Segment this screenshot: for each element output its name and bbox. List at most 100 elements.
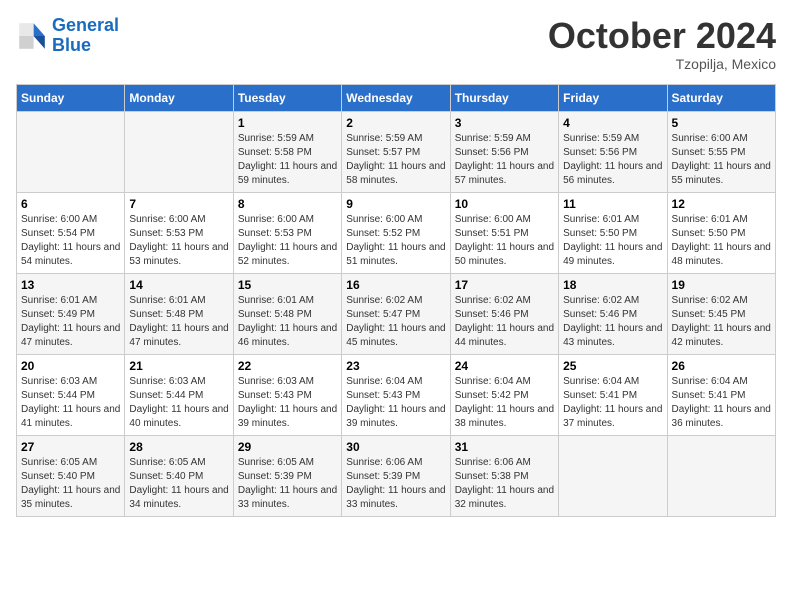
day-info: Sunrise: 6:04 AMSunset: 5:41 PMDaylight:…	[672, 375, 771, 431]
day-number: 30	[346, 440, 445, 454]
week-row: 6Sunrise: 6:00 AMSunset: 5:54 PMDaylight…	[17, 192, 776, 273]
calendar-cell: 6Sunrise: 6:00 AMSunset: 5:54 PMDaylight…	[17, 192, 125, 273]
day-number: 5	[672, 116, 771, 130]
logo-line1: General	[52, 15, 119, 35]
weekday-header: Saturday	[667, 84, 775, 111]
calendar-cell: 18Sunrise: 6:02 AMSunset: 5:46 PMDayligh…	[559, 273, 667, 354]
day-number: 9	[346, 197, 445, 211]
day-info: Sunrise: 6:05 AMSunset: 5:40 PMDaylight:…	[21, 456, 120, 512]
calendar-cell: 12Sunrise: 6:01 AMSunset: 5:50 PMDayligh…	[667, 192, 775, 273]
day-info: Sunrise: 6:00 AMSunset: 5:55 PMDaylight:…	[672, 132, 771, 188]
day-info: Sunrise: 6:00 AMSunset: 5:53 PMDaylight:…	[129, 213, 228, 269]
day-number: 1	[238, 116, 337, 130]
week-row: 1 Sunrise: 5:59 AMSunset: 5:58 PMDaylight…	[17, 111, 776, 192]
day-info: Sunrise: 6:00 AMSunset: 5:52 PMDaylight:…	[346, 213, 445, 269]
weekday-row: SundayMondayTuesdayWednesdayThursdayFrid…	[17, 84, 776, 111]
day-info: Sunrise: 6:02 AMSunset: 5:46 PMDaylight:…	[455, 294, 554, 350]
calendar-cell: 29 Sunrise: 6:05 AMSunset: 5:39 PMDayligh…	[233, 435, 341, 516]
calendar-cell: 31Sunrise: 6:06 AMSunset: 5:38 PMDayligh…	[450, 435, 558, 516]
day-number: 17	[455, 278, 554, 292]
weekday-header: Tuesday	[233, 84, 341, 111]
day-info: Sunrise: 6:04 AMSunset: 5:43 PMDaylight:…	[346, 375, 445, 431]
page-header: General Blue October 2024 Tzopilja, Mexi…	[16, 16, 776, 72]
day-number: 3	[455, 116, 554, 130]
weekday-header: Thursday	[450, 84, 558, 111]
day-number: 25	[563, 359, 662, 373]
calendar-body: 1 Sunrise: 5:59 AMSunset: 5:58 PMDaylight…	[17, 111, 776, 516]
day-number: 29	[238, 440, 337, 454]
calendar-cell: 20 Sunrise: 6:03 AMSunset: 5:44 PMDayligh…	[17, 354, 125, 435]
day-number: 11	[563, 197, 662, 211]
calendar-cell: 11 Sunrise: 6:01 AMSunset: 5:50 PMDayligh…	[559, 192, 667, 273]
calendar-cell: 25 Sunrise: 6:04 AMSunset: 5:41 PMDayligh…	[559, 354, 667, 435]
calendar-cell: 19Sunrise: 6:02 AMSunset: 5:45 PMDayligh…	[667, 273, 775, 354]
calendar-table: SundayMondayTuesdayWednesdayThursdayFrid…	[16, 84, 776, 517]
day-number: 22	[238, 359, 337, 373]
day-info: Sunrise: 6:03 AMSunset: 5:43 PMDaylight:…	[238, 375, 337, 431]
calendar-cell	[559, 435, 667, 516]
day-info: Sunrise: 6:06 AMSunset: 5:39 PMDaylight:…	[346, 456, 445, 512]
day-number: 10	[455, 197, 554, 211]
day-info: Sunrise: 5:59 AMSunset: 5:58 PMDaylight:…	[238, 132, 337, 188]
calendar-cell: 10 Sunrise: 6:00 AMSunset: 5:51 PMDayligh…	[450, 192, 558, 273]
week-row: 13 Sunrise: 6:01 AMSunset: 5:49 PMDayligh…	[17, 273, 776, 354]
day-info: Sunrise: 6:02 AMSunset: 5:46 PMDaylight:…	[563, 294, 662, 350]
calendar-cell: 21Sunrise: 6:03 AMSunset: 5:44 PMDayligh…	[125, 354, 233, 435]
week-row: 20 Sunrise: 6:03 AMSunset: 5:44 PMDayligh…	[17, 354, 776, 435]
calendar-cell: 28 Sunrise: 6:05 AMSunset: 5:40 PMDayligh…	[125, 435, 233, 516]
day-number: 14	[129, 278, 228, 292]
day-number: 16	[346, 278, 445, 292]
day-number: 8	[238, 197, 337, 211]
day-info: Sunrise: 6:01 AMSunset: 5:50 PMDaylight:…	[672, 213, 771, 269]
weekday-header: Wednesday	[342, 84, 450, 111]
day-number: 4	[563, 116, 662, 130]
calendar-cell: 7 Sunrise: 6:00 AMSunset: 5:53 PMDaylight…	[125, 192, 233, 273]
day-info: Sunrise: 6:04 AMSunset: 5:41 PMDaylight:…	[563, 375, 662, 431]
calendar-cell	[125, 111, 233, 192]
calendar-cell: 13 Sunrise: 6:01 AMSunset: 5:49 PMDayligh…	[17, 273, 125, 354]
day-info: Sunrise: 6:05 AMSunset: 5:40 PMDaylight:…	[129, 456, 228, 512]
day-number: 15	[238, 278, 337, 292]
logo-line2: Blue	[52, 35, 91, 55]
calendar-cell: 5 Sunrise: 6:00 AMSunset: 5:55 PMDaylight…	[667, 111, 775, 192]
day-info: Sunrise: 6:02 AMSunset: 5:47 PMDaylight:…	[346, 294, 445, 350]
day-info: Sunrise: 6:00 AMSunset: 5:51 PMDaylight:…	[455, 213, 554, 269]
calendar-cell: 1 Sunrise: 5:59 AMSunset: 5:58 PMDaylight…	[233, 111, 341, 192]
day-info: Sunrise: 6:01 AMSunset: 5:48 PMDaylight:…	[129, 294, 228, 350]
day-number: 6	[21, 197, 120, 211]
location: Tzopilja, Mexico	[548, 56, 776, 72]
calendar-cell: 4Sunrise: 5:59 AMSunset: 5:56 PMDaylight…	[559, 111, 667, 192]
day-info: Sunrise: 6:05 AMSunset: 5:39 PMDaylight:…	[238, 456, 337, 512]
day-number: 31	[455, 440, 554, 454]
day-number: 2	[346, 116, 445, 130]
calendar-cell: 14 Sunrise: 6:01 AMSunset: 5:48 PMDayligh…	[125, 273, 233, 354]
calendar-cell: 23 Sunrise: 6:04 AMSunset: 5:43 PMDayligh…	[342, 354, 450, 435]
day-info: Sunrise: 6:03 AMSunset: 5:44 PMDaylight:…	[129, 375, 228, 431]
day-number: 13	[21, 278, 120, 292]
day-info: Sunrise: 6:02 AMSunset: 5:45 PMDaylight:…	[672, 294, 771, 350]
calendar-cell: 2 Sunrise: 5:59 AMSunset: 5:57 PMDaylight…	[342, 111, 450, 192]
calendar-cell: 3Sunrise: 5:59 AMSunset: 5:56 PMDaylight…	[450, 111, 558, 192]
day-info: Sunrise: 6:00 AMSunset: 5:53 PMDaylight:…	[238, 213, 337, 269]
day-number: 28	[129, 440, 228, 454]
day-info: Sunrise: 6:01 AMSunset: 5:50 PMDaylight:…	[563, 213, 662, 269]
day-number: 20	[21, 359, 120, 373]
weekday-header: Sunday	[17, 84, 125, 111]
month-title: October 2024	[548, 16, 776, 56]
calendar-cell: 24Sunrise: 6:04 AMSunset: 5:42 PMDayligh…	[450, 354, 558, 435]
calendar-cell: 22 Sunrise: 6:03 AMSunset: 5:43 PMDayligh…	[233, 354, 341, 435]
day-number: 24	[455, 359, 554, 373]
day-info: Sunrise: 6:03 AMSunset: 5:44 PMDaylight:…	[21, 375, 120, 431]
day-info: Sunrise: 6:01 AMSunset: 5:49 PMDaylight:…	[21, 294, 120, 350]
logo-icon	[16, 20, 48, 52]
calendar-cell: 16 Sunrise: 6:02 AMSunset: 5:47 PMDayligh…	[342, 273, 450, 354]
calendar-cell	[17, 111, 125, 192]
calendar-cell: 26Sunrise: 6:04 AMSunset: 5:41 PMDayligh…	[667, 354, 775, 435]
calendar-header: SundayMondayTuesdayWednesdayThursdayFrid…	[17, 84, 776, 111]
day-number: 23	[346, 359, 445, 373]
calendar-cell: 15Sunrise: 6:01 AMSunset: 5:48 PMDayligh…	[233, 273, 341, 354]
day-info: Sunrise: 5:59 AMSunset: 5:57 PMDaylight:…	[346, 132, 445, 188]
day-number: 7	[129, 197, 228, 211]
logo: General Blue	[16, 16, 119, 56]
calendar-cell: 9 Sunrise: 6:00 AMSunset: 5:52 PMDaylight…	[342, 192, 450, 273]
